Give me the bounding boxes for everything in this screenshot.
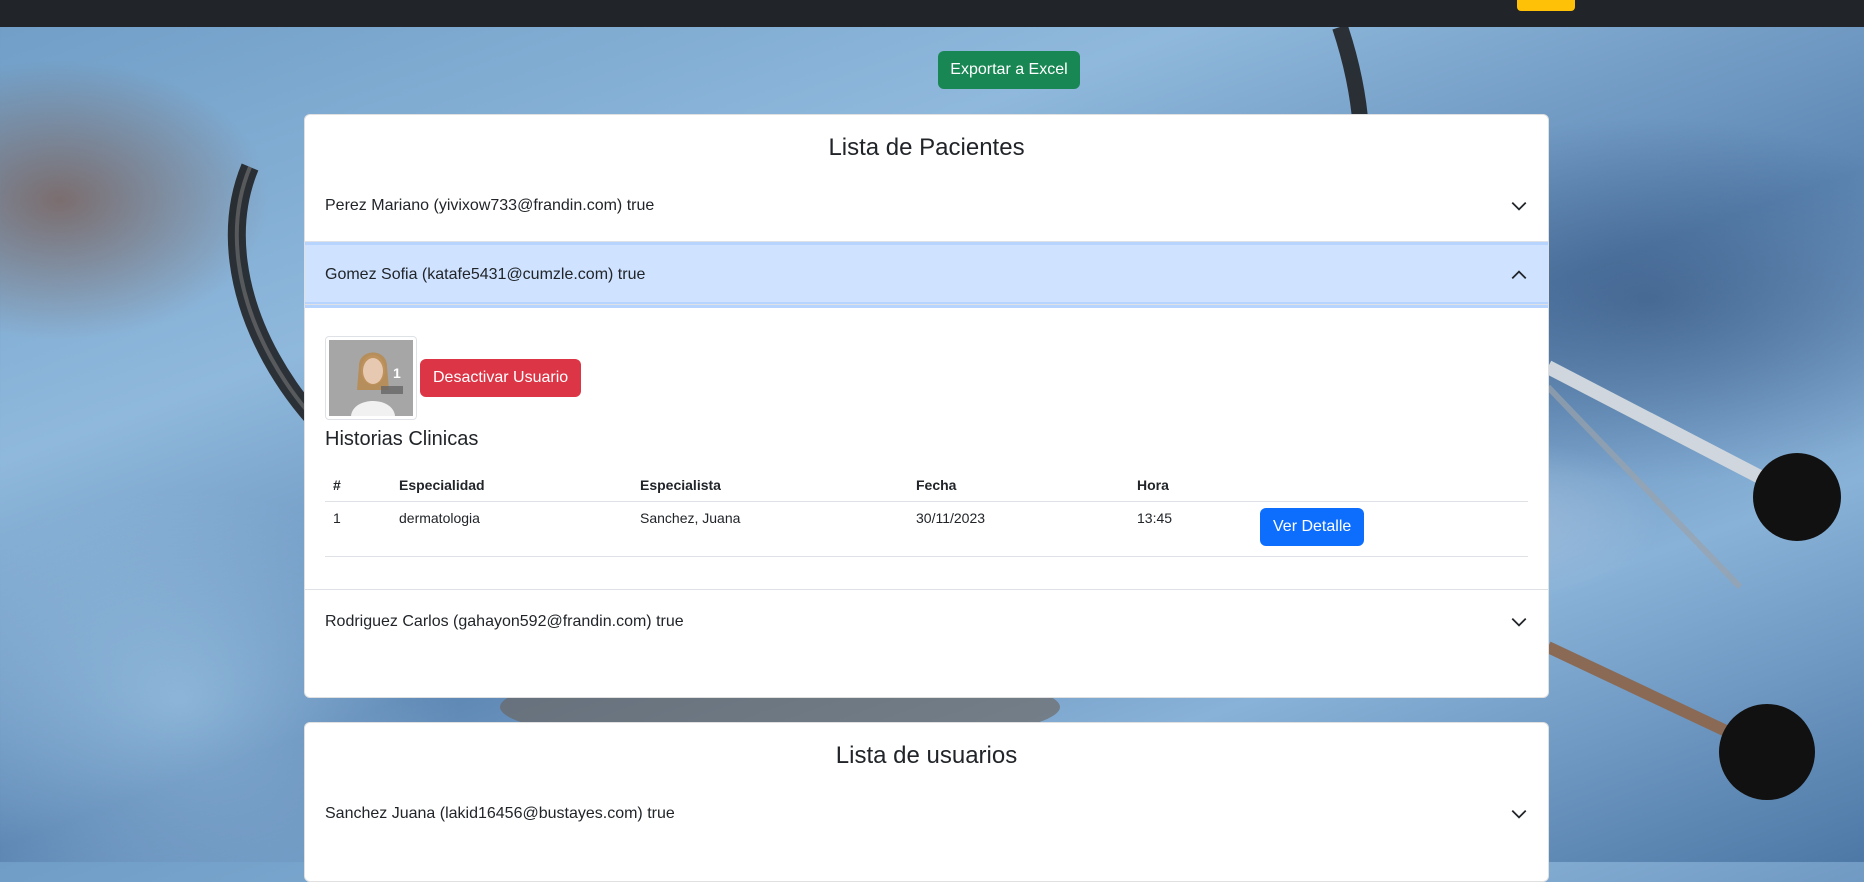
column-header-especialidad: Especialidad — [391, 469, 632, 502]
patient-label: Rodriguez Carlos (gahayon592@frandin.com… — [325, 613, 684, 630]
chevron-down-icon — [1511, 617, 1527, 627]
history-table: # Especialidad Especialista Fecha Hora 1… — [325, 469, 1528, 557]
users-card: Lista de usuarios Sanchez Juana (lakid16… — [304, 722, 1549, 882]
patient-accordion-body: 1 Desactivar Usuario Historias Clinicas … — [305, 308, 1548, 589]
patient-photo: 1 — [325, 336, 417, 420]
cell-fecha: 30/11/2023 — [908, 501, 1129, 557]
chevron-down-icon — [1511, 809, 1527, 819]
deactivate-user-button[interactable]: Desactivar Usuario — [420, 359, 582, 397]
top-navbar — [0, 0, 1864, 27]
patients-title: Lista de Pacientes — [828, 134, 1025, 161]
patient-actions-row: 1 Desactivar Usuario — [325, 336, 1528, 420]
patient-accordion-header-rodriguez[interactable]: Rodriguez Carlos (gahayon592@frandin.com… — [305, 590, 1548, 654]
patients-card: Lista de Pacientes Perez Mariano (yivixo… — [304, 114, 1549, 698]
patient-accordion-item: Rodriguez Carlos (gahayon592@frandin.com… — [305, 590, 1548, 654]
cell-num: 1 — [325, 501, 391, 557]
column-header-hora: Hora — [1129, 469, 1252, 502]
table-row: 1 dermatologia Sanchez, Juana 30/11/2023… — [325, 501, 1528, 557]
view-detail-button[interactable]: Ver Detalle — [1260, 508, 1365, 546]
patient-photo-image: 1 — [329, 340, 413, 416]
navbar-accent-button[interactable] — [1517, 0, 1575, 11]
chevron-down-icon — [1511, 201, 1527, 211]
user-accordion-item: Sanchez Juana (lakid16456@bustayes.com) … — [305, 778, 1548, 850]
patient-label: Perez Mariano (yivixow733@frandin.com) t… — [325, 196, 655, 214]
patient-accordion-header-gomez[interactable]: Gomez Sofia (katafe5431@cumzle.com) true — [305, 242, 1548, 308]
column-header-actions — [1252, 469, 1528, 502]
patient-accordion-item: Gomez Sofia (katafe5431@cumzle.com) true… — [305, 242, 1548, 590]
photo-badge: 1 — [393, 365, 401, 381]
patient-accordion-header-perez[interactable]: Perez Mariano (yivixow733@frandin.com) t… — [305, 170, 1548, 241]
user-accordion-header-sanchez[interactable]: Sanchez Juana (lakid16456@bustayes.com) … — [305, 778, 1548, 850]
users-title: Lista de usuarios — [835, 742, 1018, 769]
patient-label: Gomez Sofia (katafe5431@cumzle.com) true — [325, 266, 646, 283]
cell-especialidad: dermatologia — [391, 501, 632, 557]
patient-accordion-item: Perez Mariano (yivixow733@frandin.com) t… — [305, 170, 1548, 242]
export-excel-button[interactable]: Exportar a Excel — [938, 51, 1080, 89]
history-header-row: # Especialidad Especialista Fecha Hora — [325, 469, 1528, 502]
column-header-especialista: Especialista — [632, 469, 908, 502]
column-header-fecha: Fecha — [908, 469, 1129, 502]
cell-action: Ver Detalle — [1252, 501, 1528, 557]
history-title: Historias Clinicas — [325, 428, 479, 450]
column-header-num: # — [325, 469, 391, 502]
user-label: Sanchez Juana (lakid16456@bustayes.com) … — [325, 805, 675, 822]
cell-hora: 13:45 — [1129, 501, 1252, 557]
chevron-up-icon — [1511, 270, 1527, 280]
cell-especialista: Sanchez, Juana — [632, 501, 908, 557]
